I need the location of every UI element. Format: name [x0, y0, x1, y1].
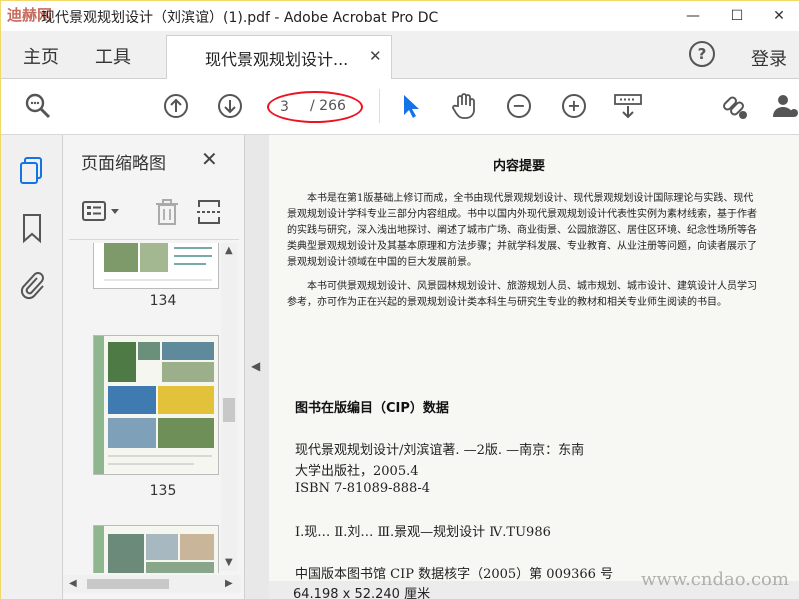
close-window-button[interactable]: ✕	[757, 1, 799, 31]
menu-tab-row: 主页 工具 现代景观规划设计... ✕ ? 登录	[1, 31, 799, 79]
minimize-button[interactable]: —	[671, 1, 715, 31]
thumbnail-label: 134	[149, 293, 177, 309]
maximize-button[interactable]: ☐	[715, 1, 759, 31]
bookmark-icon[interactable]	[17, 211, 47, 245]
title-bar: 迪赫网 现代景观规划设计（刘滨谊）(1).pdf - Adobe Acrobat…	[1, 1, 799, 31]
thumbnail-horizontal-scrollbar[interactable]: ◀ ▶	[63, 575, 241, 593]
left-navigation-rail	[1, 135, 63, 599]
select-cursor-icon[interactable]	[395, 91, 425, 121]
user-share-icon[interactable]	[771, 91, 799, 121]
panel-divider	[69, 239, 239, 240]
extract-pages-icon[interactable]	[195, 197, 223, 227]
thumbnail-list: 134 135	[63, 243, 223, 573]
acrobat-window: 迪赫网 现代景观规划设计（刘滨谊）(1).pdf - Adobe Acrobat…	[0, 0, 800, 600]
menu-tools[interactable]: 工具	[95, 43, 131, 69]
link-share-icon[interactable]	[719, 91, 749, 121]
delete-page-icon[interactable]	[153, 197, 181, 227]
page-thumbnails-icon[interactable]	[17, 155, 47, 189]
thumbnail-label: 135	[149, 483, 177, 499]
cip-line: 现代景观规划设计/刘滨谊著. —2版. —南京：东南	[295, 443, 585, 458]
document-tab-label: 现代景观规划设计...	[205, 50, 349, 69]
thumbnail-options-icon[interactable]	[81, 197, 125, 227]
thumbnail-page-134[interactable]	[93, 243, 219, 289]
usage-paragraph: 本书可供景观规划设计、风景园林规划设计、旅游规划人员、城市规划、城市设计、建筑设…	[287, 281, 757, 308]
scroll-left-arrow[interactable]: ◀	[69, 578, 77, 589]
document-tab[interactable]: 现代景观规划设计... ✕	[166, 35, 392, 79]
keyboard-icon[interactable]	[613, 91, 643, 121]
thumbnail-vertical-scrollbar[interactable]: ▲ ▼	[221, 243, 237, 571]
main-toolbar: / 266 − +	[1, 79, 799, 135]
toolbar-divider	[379, 89, 380, 123]
site-watermark: www.cndao.com	[641, 569, 789, 590]
prev-page-icon[interactable]	[161, 91, 191, 121]
page-thumbnails-panel: 页面缩略图 ✕ 134 135 ▲ ▼ ◀ ▶	[63, 135, 245, 599]
cip-line: Ⅰ.现… Ⅱ.刘… Ⅲ.景观—规划设计 Ⅳ.TU986	[295, 525, 551, 540]
summary-paragraph: 本书是在第1版基础上修订而成，全书由现代景观规划设计、现代景观规划设计国际理论与…	[287, 193, 757, 268]
cip-line: ISBN 7-81089-888-4	[295, 481, 430, 496]
next-page-icon[interactable]	[215, 91, 245, 121]
help-icon[interactable]: ?	[689, 41, 715, 67]
cip-line: 中国版本图书馆 CIP 数据核字（2005）第 009366 号	[295, 567, 614, 582]
collapse-panel-arrow[interactable]: ◀	[251, 359, 260, 373]
scroll-down-arrow[interactable]: ▼	[225, 557, 233, 568]
tab-close-icon[interactable]: ✕	[369, 47, 382, 65]
window-title: 现代景观规划设计（刘滨谊）(1).pdf - Adobe Acrobat Pro…	[41, 10, 439, 26]
vertical-scroll-thumb[interactable]	[223, 398, 235, 422]
hand-tool-icon[interactable]	[449, 91, 479, 121]
cip-title: 图书在版编目（CIP）数据	[295, 401, 449, 416]
zoom-out-icon[interactable]: −	[504, 91, 534, 121]
page-heading: 内容提要	[492, 159, 545, 174]
scroll-up-arrow[interactable]: ▲	[225, 245, 233, 256]
pdf-page: 内容提要 本书是在第1版基础上修订而成，全书由现代景观规划设计、现代景观规划设计…	[269, 135, 799, 599]
thumbnail-page-135[interactable]	[93, 335, 219, 475]
horizontal-scroll-thumb[interactable]	[87, 579, 169, 589]
page-size-readout: 64.198 x 52.240 厘米	[293, 587, 431, 600]
login-button[interactable]: 登录	[751, 45, 787, 71]
panel-close-icon[interactable]: ✕	[201, 147, 218, 171]
scroll-right-arrow[interactable]: ▶	[225, 578, 233, 589]
panel-title: 页面缩略图	[81, 154, 166, 174]
search-zoom-icon[interactable]	[23, 91, 53, 121]
red-annotation-ellipse	[267, 91, 363, 123]
zoom-in-icon[interactable]: +	[559, 91, 589, 121]
cip-line: 大学出版社，2005.4	[295, 464, 419, 479]
document-viewport[interactable]: ◀ 内容提要 本书是在第1版基础上修订而成，全书由现代景观规划设计、现代景观规划…	[245, 135, 799, 599]
attachment-icon[interactable]	[17, 269, 47, 303]
thumbnail-page-136[interactable]	[93, 525, 219, 573]
menu-home[interactable]: 主页	[23, 43, 59, 69]
